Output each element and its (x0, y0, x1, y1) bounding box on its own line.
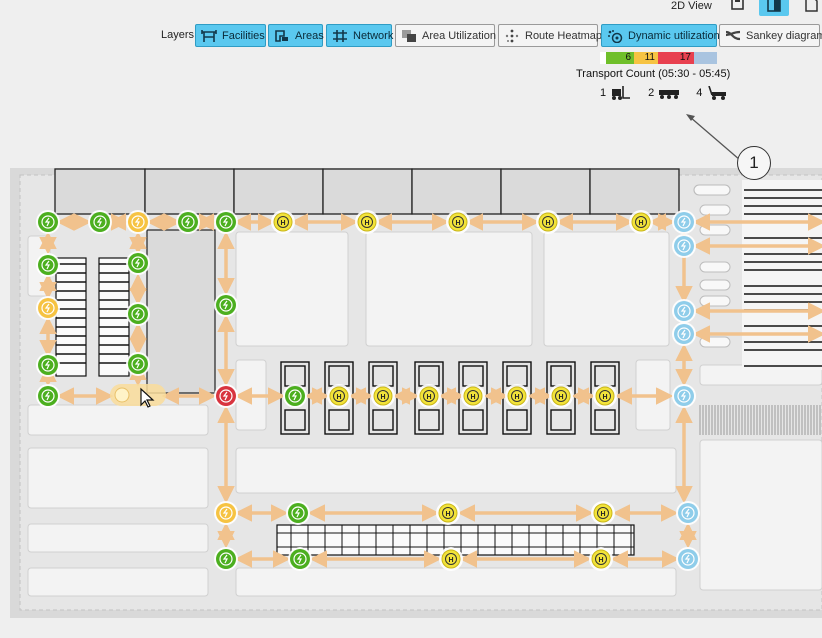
hub-node[interactable]: H (505, 384, 529, 408)
selection-tooltip (110, 384, 166, 406)
transport-node-green[interactable] (36, 253, 60, 277)
hub-node[interactable]: H (327, 384, 351, 408)
transport-node-green[interactable] (214, 547, 238, 571)
transport-node-green[interactable] (214, 210, 238, 234)
hub-node[interactable]: H (549, 384, 573, 408)
svg-text:H: H (280, 220, 285, 227)
svg-text:H: H (455, 220, 460, 227)
transport-node-green[interactable] (36, 384, 60, 408)
barcode-rack (699, 405, 821, 435)
hub-node[interactable]: H (439, 547, 463, 571)
transport-node-red[interactable] (214, 384, 238, 408)
hub-node[interactable]: H (355, 210, 379, 234)
callout-badge: 1 (737, 146, 771, 180)
transport-node-green[interactable] (88, 210, 112, 234)
transport-node-blue[interactable] (672, 234, 696, 258)
transport-node-green[interactable] (36, 210, 60, 234)
layout-map-canvas[interactable]: H H H H H H H H H H H H H H H H (0, 0, 822, 638)
svg-text:H: H (638, 220, 643, 227)
svg-text:H: H (426, 394, 431, 401)
hub-node[interactable]: H (436, 501, 460, 525)
svg-text:H: H (336, 394, 341, 401)
hub-node[interactable]: H (629, 210, 653, 234)
transport-node-green[interactable] (176, 210, 200, 234)
svg-text:H: H (600, 511, 605, 518)
storage-block (146, 229, 216, 394)
hub-node[interactable]: H (271, 210, 295, 234)
transport-node-yellow[interactable] (126, 210, 150, 234)
transport-node-green[interactable] (126, 352, 150, 376)
transport-node-green[interactable] (36, 353, 60, 377)
transport-node-green[interactable] (126, 251, 150, 275)
callout-leader (689, 116, 741, 161)
hub-node[interactable]: H (371, 384, 395, 408)
dock-buildings (54, 168, 680, 215)
svg-text:H: H (364, 220, 369, 227)
transport-node-yellow[interactable] (36, 296, 60, 320)
transport-node-blue[interactable] (672, 322, 696, 346)
transport-node-blue[interactable] (672, 299, 696, 323)
transport-node-green[interactable] (288, 547, 312, 571)
transport-node-green[interactable] (126, 302, 150, 326)
transport-node-blue[interactable] (672, 384, 696, 408)
svg-text:H: H (598, 557, 603, 564)
transport-node-blue[interactable] (676, 547, 700, 571)
transport-node-blue[interactable] (676, 501, 700, 525)
transport-node-yellow[interactable] (214, 501, 238, 525)
hub-node[interactable]: H (591, 501, 615, 525)
svg-text:H: H (445, 511, 450, 518)
svg-text:H: H (558, 394, 563, 401)
svg-text:H: H (514, 394, 519, 401)
transport-node-blue[interactable] (672, 210, 696, 234)
hub-node[interactable]: H (589, 547, 613, 571)
hub-node[interactable]: H (446, 210, 470, 234)
svg-text:H: H (380, 394, 385, 401)
svg-text:H: H (448, 557, 453, 564)
transport-node-green[interactable] (283, 384, 307, 408)
svg-text:H: H (602, 394, 607, 401)
hub-node[interactable]: H (461, 384, 485, 408)
hub-node[interactable]: H (417, 384, 441, 408)
hub-node[interactable]: H (536, 210, 560, 234)
transport-node-green[interactable] (214, 293, 238, 317)
hub-node[interactable]: H (593, 384, 617, 408)
svg-text:H: H (545, 220, 550, 227)
transport-node-green[interactable] (286, 501, 310, 525)
svg-text:H: H (470, 394, 475, 401)
